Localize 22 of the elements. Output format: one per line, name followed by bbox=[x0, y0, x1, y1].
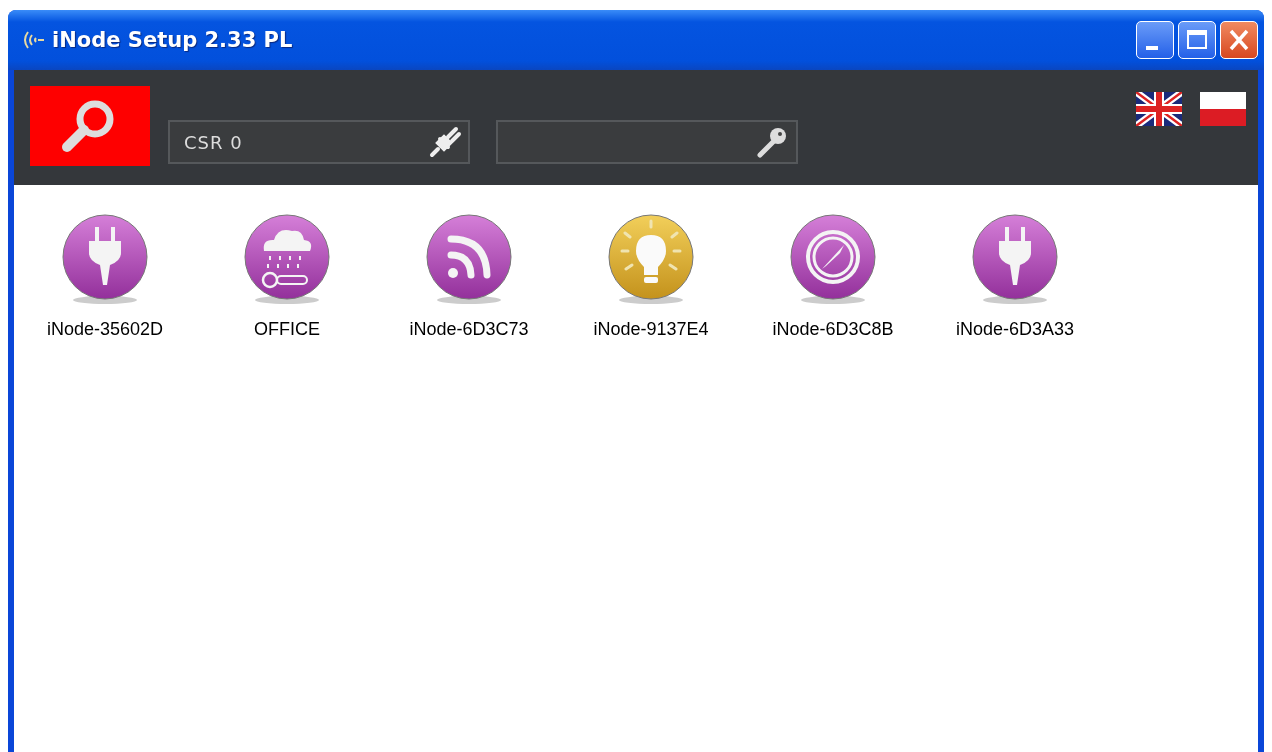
device-label: iNode-6D3C8B bbox=[772, 319, 894, 340]
light-bulb-icon[interactable] bbox=[606, 213, 696, 305]
poland-flag-icon[interactable] bbox=[1200, 92, 1246, 126]
window-title: iNode Setup 2.33 PL bbox=[52, 28, 293, 52]
device-label: OFFICE bbox=[254, 319, 320, 340]
close-button[interactable] bbox=[1220, 21, 1258, 59]
device-label: iNode-6D3A33 bbox=[955, 319, 1075, 340]
device-label: iNode-35602D bbox=[46, 319, 164, 340]
device-label: iNode-6D3C73 bbox=[409, 319, 529, 340]
cloud-rain-icon[interactable] bbox=[242, 213, 332, 305]
key-field[interactable] bbox=[496, 120, 798, 164]
device-label: iNode-9137E4 bbox=[593, 319, 709, 340]
plug-icon[interactable] bbox=[970, 213, 1060, 305]
dial-icon[interactable] bbox=[788, 213, 878, 305]
connection-field[interactable]: CSR 0 bbox=[168, 120, 470, 164]
rss-icon[interactable] bbox=[424, 213, 514, 305]
minimize-icon bbox=[1146, 46, 1158, 50]
search-button[interactable] bbox=[30, 86, 150, 166]
minimize-button[interactable] bbox=[1136, 21, 1174, 59]
uk-flag-icon[interactable] bbox=[1136, 92, 1182, 126]
plug-icon[interactable] bbox=[60, 213, 150, 305]
maximize-button[interactable] bbox=[1178, 21, 1216, 59]
